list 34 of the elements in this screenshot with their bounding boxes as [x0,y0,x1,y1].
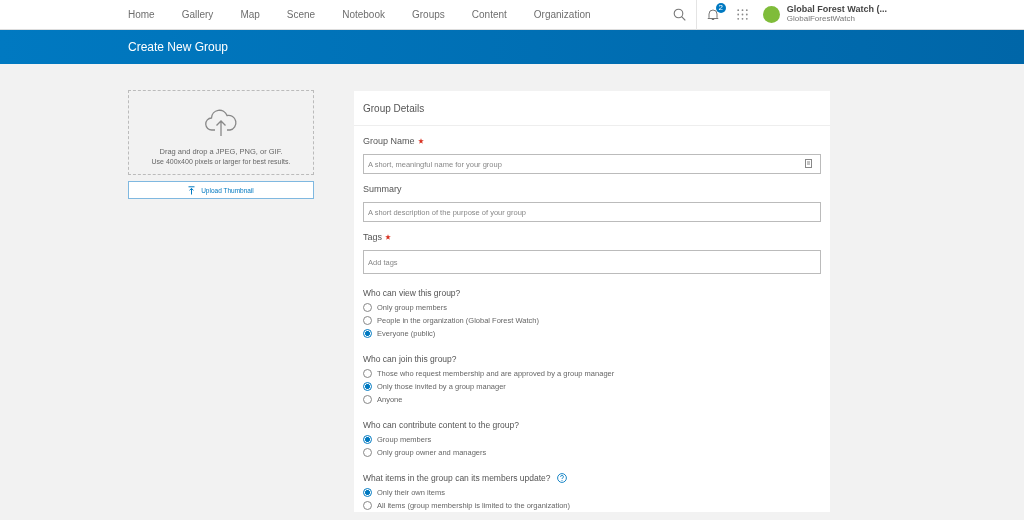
question-label: Who can view this group? [363,288,461,298]
cloud-upload-icon [204,109,238,137]
avatar-circle[interactable] [762,6,780,23]
nav-link[interactable]: Content [471,9,507,20]
radio-button[interactable] [363,329,372,338]
nav-link[interactable]: Notebook [342,9,385,20]
notification-badge: 2 [715,3,726,13]
nav-link[interactable]: Map [240,9,260,20]
user-username: GlobalForestWatch [786,15,856,24]
field-label: Summary [363,184,402,194]
question-label: What items in the group can its members update? [363,473,551,483]
nav-link[interactable]: Scene [286,9,316,20]
nav-link[interactable]: Gallery [181,9,214,20]
question-label: Who can join this group? [363,354,457,364]
radio-button[interactable] [363,488,372,497]
radio-button[interactable] [363,435,372,444]
user-name: Global Forest Watch (... [786,5,887,16]
nav-link[interactable]: Organization [533,9,591,20]
apps-grid-icon[interactable] [736,9,748,20]
upload-icon [188,185,196,195]
help-icon[interactable] [556,473,567,483]
nav-link[interactable]: Home [128,9,155,20]
page-title: Create New Group [128,40,229,54]
note-icon [805,159,812,168]
question-label: Who can contribute content to the group? [363,420,519,430]
bell-icon[interactable] [706,8,719,21]
required-star-icon [417,138,424,144]
required-star-icon [385,234,391,240]
field-label: Group Name [363,136,415,146]
field-label: Tags [363,232,382,242]
radio-button[interactable] [363,382,372,391]
search-icon[interactable] [672,8,686,21]
card-title: Group Details [363,102,425,114]
nav-link[interactable]: Groups [412,9,445,20]
